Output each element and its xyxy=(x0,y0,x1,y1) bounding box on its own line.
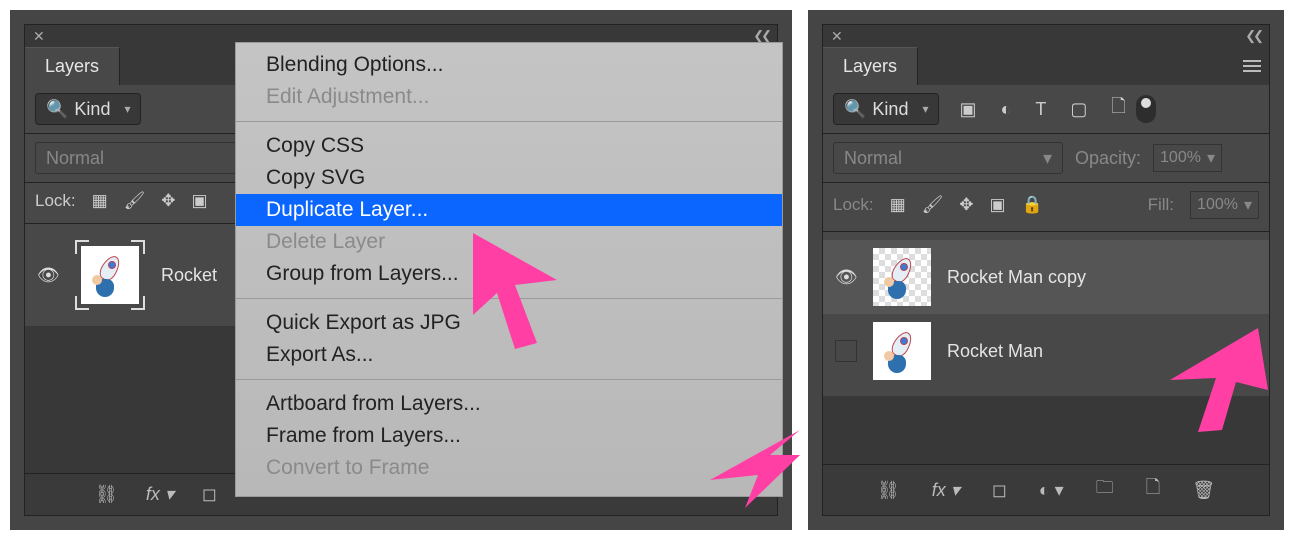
blend-mode-row: Normal ▾ Opacity: 100% ▾ xyxy=(823,134,1269,183)
panel-bottom-bar: ⛓ fx ▾ ◻ ◐ ▾ 🗀 🗋 🗑 xyxy=(823,464,1269,515)
menu-blending-options[interactable]: Blending Options... xyxy=(236,49,782,81)
layer-name[interactable]: Rocket Man xyxy=(947,341,1043,362)
layer-filter-row: 🔍 Kind ▾ ▣ ◐ T ▢ 🗋 xyxy=(823,85,1269,134)
layers-panel-after: ✕ ❮❮ Layers 🔍 Kind ▾ ▣ ◐ T ▢ 🗋 xyxy=(808,10,1284,530)
filter-kind-label: Kind xyxy=(74,99,110,120)
layer-mask-icon[interactable]: ◻ xyxy=(202,484,217,505)
lock-transparency-icon[interactable]: ▦ xyxy=(92,191,108,211)
layer-thumbnail[interactable] xyxy=(873,322,931,380)
tab-label: Layers xyxy=(843,56,897,77)
lock-brush-icon[interactable]: 🖌 xyxy=(124,191,146,211)
layer-row[interactable]: 👁 Rocket Man copy xyxy=(823,240,1269,314)
layer-mask-icon[interactable]: ◻ xyxy=(992,480,1007,501)
filter-toggle[interactable] xyxy=(1136,95,1156,123)
lock-position-icon[interactable]: ✥ xyxy=(161,191,175,211)
close-icon[interactable]: ✕ xyxy=(831,28,843,45)
lock-label: Lock: xyxy=(35,191,76,211)
layers-panel-before: ✕ ❮❮ Layers 🔍 Kind ▾ Normal Lock: xyxy=(10,10,792,530)
filter-kind-label: Kind xyxy=(872,99,908,120)
group-icon[interactable]: 🗀 xyxy=(1096,475,1114,505)
rocket-man-artwork xyxy=(88,253,132,297)
lock-all-icon[interactable]: 🔒 xyxy=(1022,195,1043,215)
layer-fx-icon[interactable]: fx ▾ xyxy=(932,480,960,501)
fill-input[interactable]: 100% ▾ xyxy=(1190,191,1259,219)
blend-mode-dropdown[interactable]: Normal ▾ xyxy=(833,142,1063,174)
lock-label: Lock: xyxy=(833,195,874,215)
menu-separator xyxy=(236,379,782,380)
adjustment-layer-icon[interactable]: ◐ ▾ xyxy=(1039,480,1064,501)
filter-type-icons: ▣ ◐ T ▢ 🗋 xyxy=(959,94,1125,124)
lock-position-icon[interactable]: ✥ xyxy=(959,195,973,215)
close-icon[interactable]: ✕ xyxy=(33,28,45,45)
layer-thumbnail[interactable] xyxy=(81,246,139,304)
trash-icon[interactable]: 🗑 xyxy=(1192,480,1215,501)
search-icon: 🔍 xyxy=(844,99,866,120)
fill-label: Fill: xyxy=(1148,195,1174,215)
lock-row: Lock: ▦ 🖌 ✥ ▣ 🔒 Fill: 100% ▾ xyxy=(823,183,1269,232)
panel-menu-icon[interactable] xyxy=(1235,47,1269,85)
filter-kind-dropdown[interactable]: 🔍 Kind ▾ xyxy=(35,93,141,125)
lock-artboard-icon[interactable]: ▣ xyxy=(192,191,208,211)
layer-name[interactable]: Rocket xyxy=(161,265,217,286)
menu-copy-css[interactable]: Copy CSS xyxy=(236,130,782,162)
link-layers-icon[interactable]: ⛓ xyxy=(877,480,900,501)
tab-label: Layers xyxy=(45,56,99,77)
layer-name[interactable]: Rocket Man copy xyxy=(947,267,1086,288)
menu-duplicate-layer[interactable]: Duplicate Layer... xyxy=(236,194,782,226)
lock-transparency-icon[interactable]: ▦ xyxy=(890,195,906,215)
blend-mode-value: Normal xyxy=(46,148,104,169)
layer-thumbnail[interactable] xyxy=(873,248,931,306)
rocket-man-artwork xyxy=(880,329,924,373)
link-layers-icon[interactable]: ⛓ xyxy=(95,484,118,505)
chevron-down-icon: ▾ xyxy=(124,102,130,116)
filter-type-icon[interactable]: T xyxy=(1035,99,1046,120)
layer-fx-icon[interactable]: fx ▾ xyxy=(146,484,174,505)
opacity-label: Opacity: xyxy=(1075,148,1141,169)
chevron-down-icon: ▾ xyxy=(922,102,928,116)
rocket-man-artwork xyxy=(880,255,924,299)
chevron-down-icon: ▾ xyxy=(1244,195,1252,215)
filter-shape-icon[interactable]: ▢ xyxy=(1070,99,1087,120)
filter-smartobject-icon[interactable]: 🗋 xyxy=(1111,94,1125,124)
visibility-eye-icon[interactable]: 👁 xyxy=(835,267,857,288)
chevron-down-icon: ▾ xyxy=(1207,148,1215,168)
opacity-value: 100% xyxy=(1160,149,1201,167)
filter-adjustment-icon[interactable]: ◐ xyxy=(1001,99,1012,120)
filter-pixel-icon[interactable]: ▣ xyxy=(959,99,976,120)
visibility-toggle-empty[interactable] xyxy=(835,340,857,362)
panel-topbar: ✕ ❮❮ xyxy=(823,25,1269,47)
search-icon: 🔍 xyxy=(46,99,68,120)
menu-copy-svg[interactable]: Copy SVG xyxy=(236,162,782,194)
tab-layers[interactable]: Layers xyxy=(25,47,120,85)
lock-artboard-icon[interactable]: ▣ xyxy=(990,195,1006,215)
filter-kind-dropdown[interactable]: 🔍 Kind ▾ xyxy=(833,93,939,125)
chevron-down-icon: ▾ xyxy=(1043,148,1052,169)
visibility-eye-icon[interactable]: 👁 xyxy=(37,265,59,286)
opacity-input[interactable]: 100% ▾ xyxy=(1153,144,1222,172)
collapse-icon[interactable]: ❮❮ xyxy=(1245,28,1261,44)
new-layer-icon[interactable]: 🗋 xyxy=(1146,475,1160,505)
fill-value: 100% xyxy=(1197,196,1238,214)
menu-artboard-from-layers[interactable]: Artboard from Layers... xyxy=(236,388,782,420)
tab-layers[interactable]: Layers xyxy=(823,47,918,85)
menu-separator xyxy=(236,121,782,122)
lock-brush-icon[interactable]: 🖌 xyxy=(922,195,944,215)
blend-mode-value: Normal xyxy=(844,148,902,169)
smart-object-frame xyxy=(75,240,145,310)
menu-edit-adjustment: Edit Adjustment... xyxy=(236,81,782,113)
